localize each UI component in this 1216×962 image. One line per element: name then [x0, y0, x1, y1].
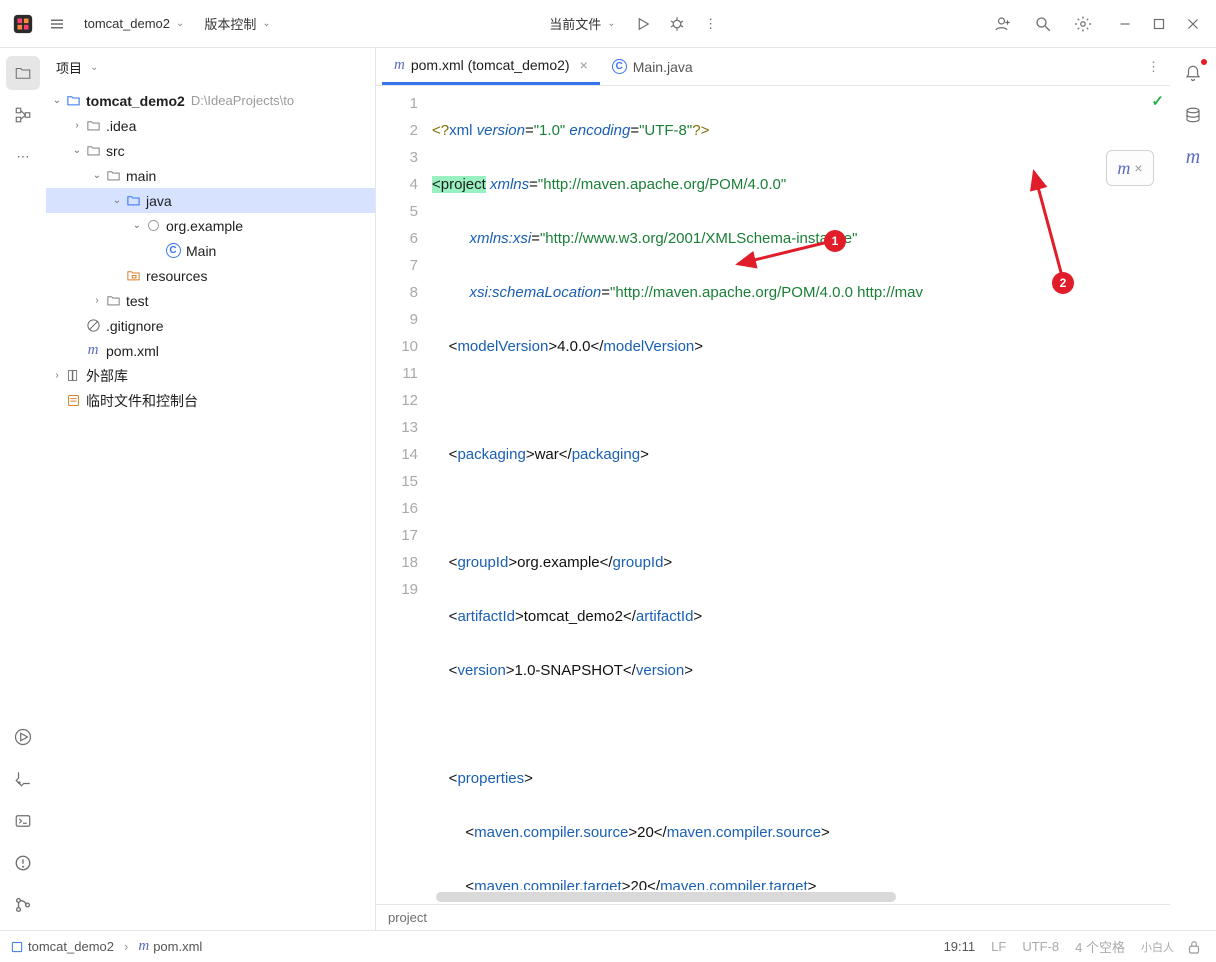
tool-more-icon[interactable]: ⋯: [6, 140, 40, 174]
project-tree: ⌄tomcat_demo2D:\IdeaProjects\to ›.idea ⌄…: [46, 86, 375, 930]
maven-reload-button[interactable]: m×: [1106, 150, 1154, 186]
tree-node-extlib[interactable]: ›外部库: [46, 363, 375, 388]
tool-build-icon[interactable]: [6, 762, 40, 796]
project-panel-title: 项目: [56, 58, 82, 77]
chevron-down-icon: ⌄: [607, 18, 615, 29]
indent-settings[interactable]: 4 个空格: [1075, 937, 1125, 956]
annotation-badge-2: 2: [1052, 272, 1074, 294]
tool-git-icon[interactable]: [6, 888, 40, 922]
chevron-down-icon: ⌄: [176, 18, 184, 29]
breadcrumb-bar: project: [376, 904, 1170, 930]
class-icon: C: [612, 59, 627, 74]
editor-area: mpom.xml (tomcat_demo2)× CMain.java ⋮ ✓ …: [376, 48, 1170, 930]
breadcrumb-file[interactable]: pom.xml: [153, 939, 202, 954]
tool-project-icon[interactable]: [6, 56, 40, 90]
status-bar: tomcat_demo2 › m pom.xml 19:11 LF UTF-8 …: [0, 930, 1216, 962]
cursor-position[interactable]: 19:11: [944, 939, 976, 954]
chevron-down-icon: ⌄: [90, 62, 98, 73]
project-selector[interactable]: tomcat_demo2 ⌄: [74, 12, 194, 35]
debug-button[interactable]: [660, 7, 694, 41]
project-tool-window: 项目 ⌄ ⌄tomcat_demo2D:\IdeaProjects\to ›.i…: [46, 48, 376, 930]
tree-node-pom[interactable]: mpom.xml: [46, 338, 375, 363]
file-encoding[interactable]: UTF-8: [1022, 939, 1059, 954]
vcs-menu[interactable]: 版本控制⌄: [194, 10, 280, 37]
chevron-down-icon: ⌄: [262, 18, 270, 29]
run-config-selector[interactable]: 当前文件⌄: [539, 10, 625, 37]
tree-node-gitignore[interactable]: .gitignore: [46, 313, 375, 338]
settings-icon[interactable]: [1066, 7, 1100, 41]
tool-database-icon[interactable]: [1176, 98, 1210, 132]
code-editor[interactable]: ✓ 12345678910111213141516171819 <?xml ve…: [376, 86, 1170, 890]
code-with-me-icon[interactable]: [986, 7, 1020, 41]
run-button[interactable]: [626, 7, 660, 41]
module-icon: [10, 940, 24, 954]
search-icon[interactable]: [1026, 7, 1060, 41]
tool-notifications-icon[interactable]: [1176, 56, 1210, 90]
title-bar: tomcat_demo2 ⌄ 版本控制⌄ 当前文件⌄ ⋮: [0, 0, 1216, 48]
project-panel-header[interactable]: 项目 ⌄: [46, 48, 375, 86]
tool-run-icon[interactable]: [6, 720, 40, 754]
tool-terminal-icon[interactable]: [6, 804, 40, 838]
close-icon[interactable]: ×: [1134, 155, 1142, 182]
tree-node-root[interactable]: ⌄tomcat_demo2D:\IdeaProjects\to: [46, 88, 375, 113]
readonly-toggle-icon[interactable]: [1182, 935, 1206, 959]
annotation-badge-1: 1: [824, 230, 846, 252]
gutter: 12345678910111213141516171819: [376, 86, 428, 890]
tree-node-scratch[interactable]: 临时文件和控制台: [46, 388, 375, 413]
tool-problems-icon[interactable]: [6, 846, 40, 880]
code-lines[interactable]: <?xml version="1.0" encoding="UTF-8"?> <…: [428, 86, 1170, 890]
tool-maven-icon[interactable]: m: [1176, 140, 1210, 174]
line-separator[interactable]: LF: [991, 939, 1006, 954]
tree-node-main[interactable]: ⌄main: [46, 163, 375, 188]
tree-node-src[interactable]: ⌄src: [46, 138, 375, 163]
maven-icon: m: [84, 342, 102, 359]
tree-node-idea[interactable]: ›.idea: [46, 113, 375, 138]
tree-node-resources[interactable]: resources: [46, 263, 375, 288]
window-close-icon[interactable]: [1176, 7, 1210, 41]
window-maximize-icon[interactable]: [1142, 7, 1176, 41]
app-logo-icon: [12, 13, 34, 35]
left-tool-strip: ⋯: [0, 48, 46, 930]
right-tool-strip: m: [1170, 48, 1216, 930]
tool-structure-icon[interactable]: [6, 98, 40, 132]
maven-icon: m: [138, 938, 149, 955]
editor-tabs: mpom.xml (tomcat_demo2)× CMain.java ⋮: [376, 48, 1170, 86]
project-name: tomcat_demo2: [84, 16, 170, 31]
maven-icon: m: [394, 57, 405, 74]
class-icon: C: [166, 243, 181, 258]
window-minimize-icon[interactable]: [1108, 7, 1142, 41]
tree-node-main-class[interactable]: CMain: [46, 238, 375, 263]
tree-node-orgexample[interactable]: ⌄org.example: [46, 213, 375, 238]
main-menu-icon[interactable]: [40, 7, 74, 41]
tree-node-test[interactable]: ›test: [46, 288, 375, 313]
tab-pom[interactable]: mpom.xml (tomcat_demo2)×: [382, 48, 600, 85]
breadcrumb-root[interactable]: tomcat_demo2: [28, 939, 114, 954]
close-icon[interactable]: ×: [580, 57, 588, 73]
editor-horizontal-scrollbar[interactable]: [376, 890, 1170, 904]
tab-main-java[interactable]: CMain.java: [600, 48, 705, 85]
more-run-icon[interactable]: ⋮: [694, 7, 728, 41]
tree-node-java[interactable]: ⌄java: [46, 188, 375, 213]
watermark-text: 小白人: [1141, 939, 1174, 955]
tabs-more-icon[interactable]: ⋮: [1137, 48, 1170, 85]
breadcrumb-item[interactable]: project: [388, 910, 427, 925]
